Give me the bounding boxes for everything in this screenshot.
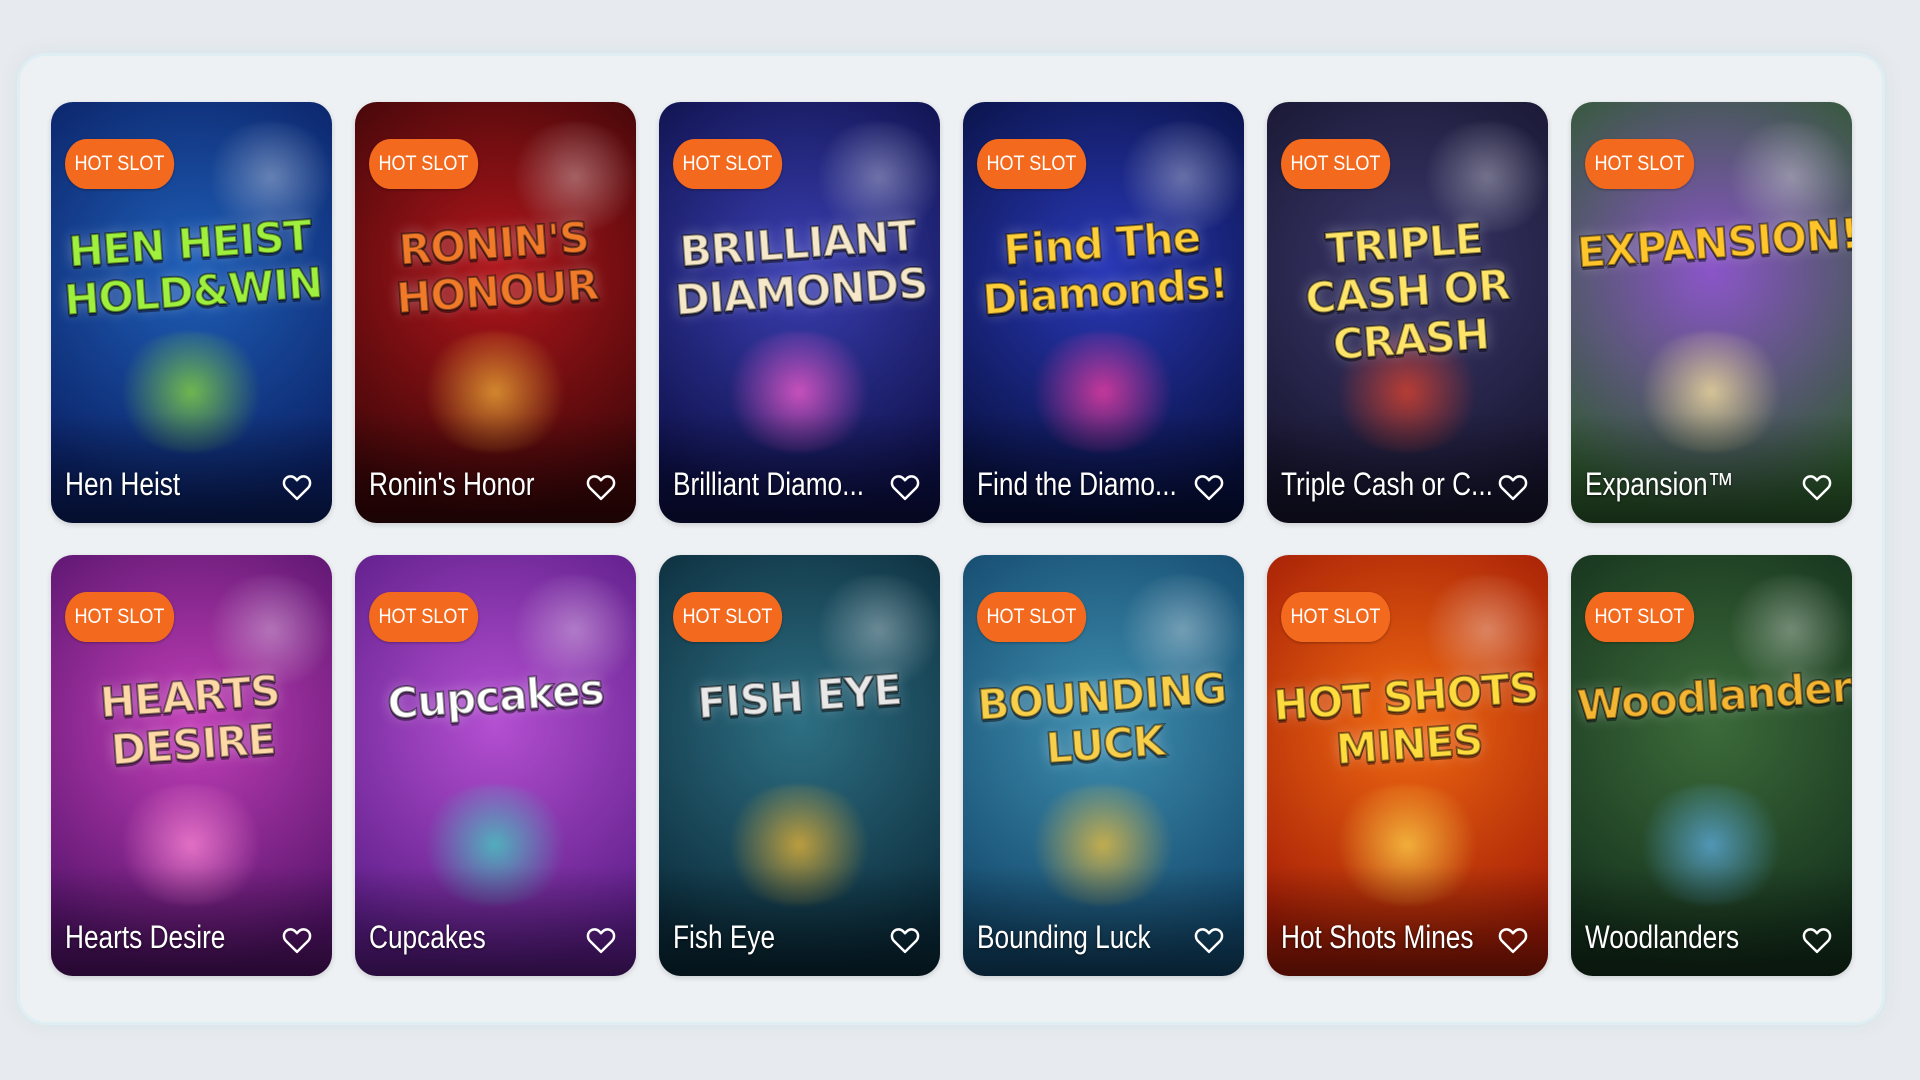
favorite-button[interactable] [888, 471, 922, 503]
hot-slot-badge: HOT SLOT [977, 592, 1086, 642]
games-panel: HEN HEIST HOLD&WIN HOT SLOT Hen Heist RONIN… [20, 56, 1882, 1022]
game-title: Ronin's Honor [369, 466, 535, 502]
heart-icon [1498, 475, 1528, 501]
favorite-button[interactable] [280, 471, 314, 503]
favorite-button[interactable] [1496, 471, 1530, 503]
game-title: Hen Heist [65, 466, 181, 502]
game-card[interactable]: FISH EYE HOT SLOT Fish Eye [659, 555, 940, 976]
heart-icon [282, 928, 312, 954]
game-card[interactable]: Cupcakes HOT SLOT Cupcakes [355, 555, 636, 976]
heart-icon [1194, 475, 1224, 501]
hot-slot-badge: HOT SLOT [673, 139, 782, 189]
game-logo-text: TRIPLE CASH OR CRASH [1303, 213, 1512, 371]
heart-icon [1802, 928, 1832, 954]
game-logo-text: HEN HEIST HOLD&WIN [62, 210, 325, 326]
game-card[interactable]: TRIPLE CASH OR CRASH HOT SLOT Triple Cash … [1267, 102, 1548, 523]
hot-slot-badge: HOT SLOT [369, 592, 478, 642]
hot-slot-badge: HOT SLOT [369, 139, 478, 189]
game-card[interactable]: HEARTS DESIRE HOT SLOT Hearts Desire [51, 555, 332, 976]
game-logo-text: EXPANSION! [1575, 208, 1852, 279]
game-card[interactable]: EXPANSION! HOT SLOT Expansion™ [1571, 102, 1852, 523]
heart-icon [282, 475, 312, 501]
favorite-button[interactable] [1192, 471, 1226, 503]
game-title: Fish Eye [673, 919, 776, 955]
game-logo-text: Woodlanders [1575, 660, 1852, 732]
hot-slot-badge: HOT SLOT [1585, 139, 1694, 189]
game-logo-text: HEARTS DESIRE [97, 665, 282, 776]
heart-icon [890, 928, 920, 954]
heart-icon [1498, 928, 1528, 954]
game-card[interactable]: Woodlanders HOT SLOT Woodlanders [1571, 555, 1852, 976]
hot-slot-badge: HOT SLOT [977, 139, 1086, 189]
favorite-button[interactable] [584, 924, 618, 956]
game-logo-text: BRILLIANT DIAMONDS [672, 210, 930, 326]
game-title: Expansion™ [1585, 466, 1734, 502]
game-logo-text: HOT SHOTS MINES [1271, 662, 1541, 775]
game-card[interactable]: HOT SHOTS MINES HOT SLOT Hot Shots Mines [1267, 555, 1548, 976]
heart-icon [586, 475, 616, 501]
favorite-button[interactable] [1800, 924, 1834, 956]
hot-slot-badge: HOT SLOT [673, 592, 782, 642]
favorite-button[interactable] [584, 471, 618, 503]
game-card[interactable]: Find The Diamonds! HOT SLOT Find the Diamo… [963, 102, 1244, 523]
favorite-button[interactable] [1192, 924, 1226, 956]
game-title: Bounding Luck [977, 919, 1151, 955]
game-title: Brilliant Diamo... [673, 466, 865, 502]
heart-icon [586, 928, 616, 954]
game-logo-text: Find The Diamonds! [980, 211, 1230, 325]
game-title: Hot Shots Mines [1281, 919, 1474, 955]
game-logo-text: FISH EYE [695, 664, 904, 729]
game-title: Find the Diamo... [977, 466, 1177, 502]
game-title: Triple Cash or C... [1281, 466, 1493, 502]
hot-slot-badge: HOT SLOT [1281, 139, 1390, 189]
game-card[interactable]: BRILLIANT DIAMONDS HOT SLOT Brilliant Diam… [659, 102, 940, 523]
hot-slot-badge: HOT SLOT [65, 592, 174, 642]
favorite-button[interactable] [1800, 471, 1834, 503]
favorite-button[interactable] [280, 924, 314, 956]
heart-icon [890, 475, 920, 501]
game-title: Cupcakes [369, 919, 486, 955]
game-title: Woodlanders [1585, 919, 1740, 955]
game-logo-text: RONIN'S HONOUR [394, 211, 601, 323]
favorite-button[interactable] [1496, 924, 1530, 956]
hot-slot-badge: HOT SLOT [1281, 592, 1390, 642]
game-title: Hearts Desire [65, 919, 226, 955]
heart-icon [1194, 928, 1224, 954]
favorite-button[interactable] [888, 924, 922, 956]
game-card[interactable]: HEN HEIST HOLD&WIN HOT SLOT Hen Heist [51, 102, 332, 523]
hot-slot-badge: HOT SLOT [65, 139, 174, 189]
game-logo-text: BOUNDING LUCK [975, 662, 1229, 774]
game-card[interactable]: RONIN'S HONOUR HOT SLOT Ronin's Honor [355, 102, 636, 523]
game-logo-text: Cupcakes [385, 664, 606, 730]
hot-slot-badge: HOT SLOT [1585, 592, 1694, 642]
games-grid: HEN HEIST HOLD&WIN HOT SLOT Hen Heist RONIN… [51, 102, 1852, 976]
game-card[interactable]: BOUNDING LUCK HOT SLOT Bounding Luck [963, 555, 1244, 976]
heart-icon [1802, 475, 1832, 501]
